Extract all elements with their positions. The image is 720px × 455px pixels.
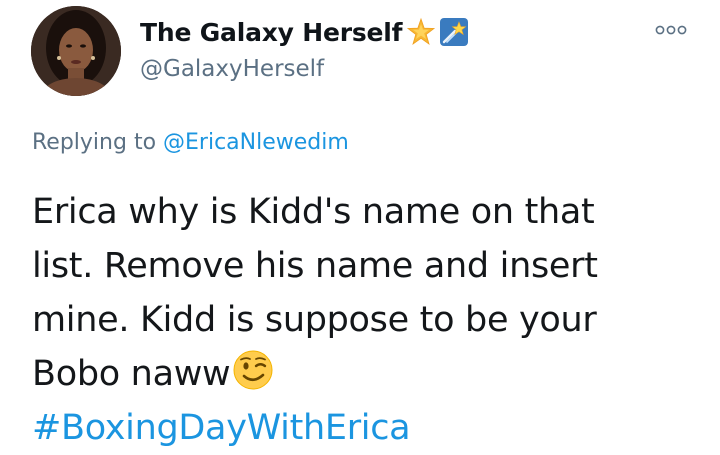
display-name[interactable]: The Galaxy Herself [140,18,403,47]
tweet-card: The Galaxy Herself @GalaxyHerself Replyi… [0,0,720,448]
replying-to-label: Replying to [32,130,164,155]
more-options-icon [655,25,687,35]
user-handle[interactable]: @GalaxyHerself [140,56,324,82]
tweet-line: mine. Kidd is suppose to be your [32,300,597,340]
tweet-hashtag-line: #BoxingDayWithErica [32,401,712,455]
avatar-image [31,6,121,96]
more-options-button[interactable] [653,20,689,40]
winking-face-emoji-icon [233,350,273,390]
hashtag-link[interactable]: #BoxingDayWithErica [32,408,411,448]
avatar[interactable] [31,6,121,96]
tweet-text: Erica why is Kidd's name on that list. R… [32,185,712,455]
reply-mention-link[interactable]: @EricaNlewedim [163,130,349,155]
display-name-row: The Galaxy Herself [140,14,469,50]
tweet-line-text: Bobo naww [32,354,231,394]
tweet-line-last: Bobo naww [32,347,712,401]
shooting-star-emoji-icon [440,18,469,46]
tweet-line: Erica why is Kidd's name on that [32,192,595,232]
tweet-line: list. Remove his name and insert [32,246,598,286]
star-emoji-icon [407,17,436,45]
replying-to: Replying to @EricaNlewedim [32,130,349,155]
